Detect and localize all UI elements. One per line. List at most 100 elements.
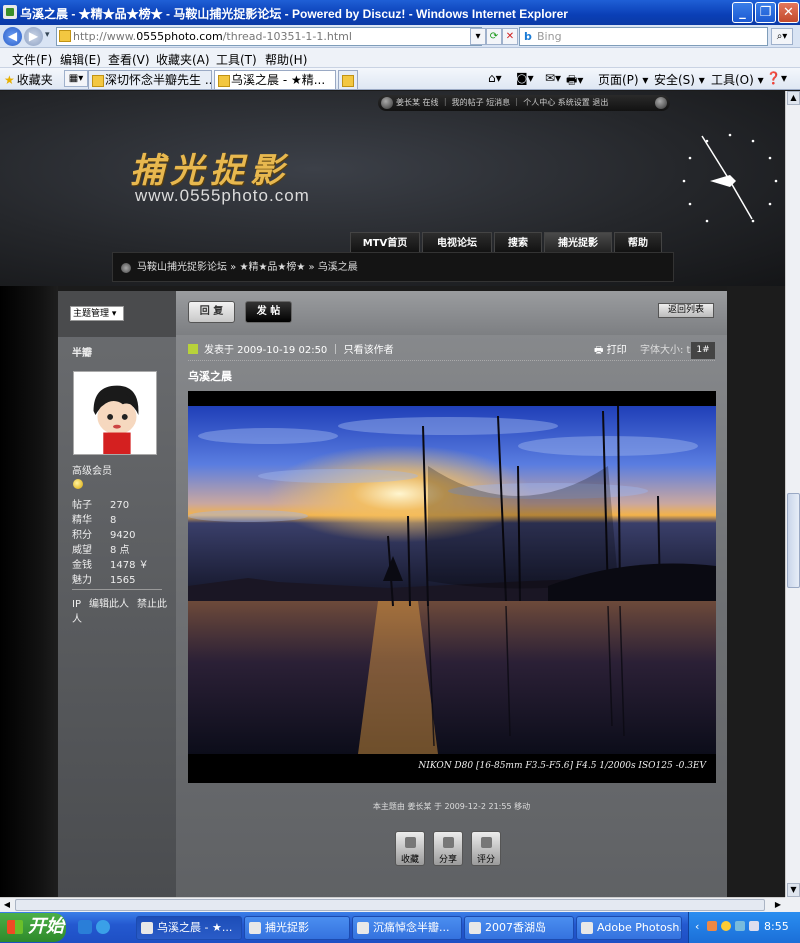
media-quicklaunch-icon[interactable] xyxy=(96,920,110,934)
search-icon[interactable]: ⌕▾ xyxy=(771,28,793,45)
topic-admin-select[interactable]: 主题管理 ▾ xyxy=(70,306,124,321)
vertical-scroll-thumb[interactable] xyxy=(787,493,800,588)
stat-row: 威望 8 点 xyxy=(72,541,149,556)
taskbar-photoshop[interactable]: Adobe Photosh... xyxy=(576,916,682,940)
new-post-button[interactable]: 发 帖 xyxy=(245,301,292,323)
sunrise-photo[interactable] xyxy=(188,406,716,754)
url-domain: 0555photo.com xyxy=(136,30,223,43)
system-tray: ‹ 8:55 xyxy=(688,912,800,943)
menu-favorites[interactable]: 收藏夹(A) xyxy=(156,51,210,68)
menu-edit[interactable]: 编辑(E) xyxy=(60,51,101,68)
scroll-corner xyxy=(785,897,800,912)
floor-number[interactable]: 1# xyxy=(691,342,715,359)
back-to-list-button[interactable]: 返回列表 xyxy=(658,303,714,318)
page-menu[interactable]: 页面(P) ▾ xyxy=(598,71,648,88)
edit-user-link[interactable]: 编辑此人 xyxy=(89,599,129,610)
nav-help[interactable]: 帮助 xyxy=(614,232,662,253)
window-title: 乌溪之晨 - ★精★品★榜★ - 马鞍山捕光捉影论坛 - Powered by … xyxy=(20,7,568,21)
ie-quicklaunch-icon[interactable] xyxy=(78,920,92,934)
tab-current[interactable]: 乌溪之晨 - ★精... xyxy=(214,70,336,89)
author-stats: 帖子 270 精华 8 积分 9420 威望 8 点 金钱 1478 ￥ 魅力 1565 xyxy=(72,496,149,586)
scroll-right-icon[interactable]: ▶ xyxy=(771,899,785,911)
url-prefix: http://www. xyxy=(73,30,137,43)
clock-time[interactable]: 8:55 xyxy=(764,920,789,933)
print-icon[interactable]: 🖶▾ xyxy=(566,71,583,92)
taskbar-folder[interactable]: 2007香湖岛 xyxy=(464,916,574,940)
reply-button[interactable]: 回 复 xyxy=(188,301,235,323)
menu-help[interactable]: 帮助(H) xyxy=(265,51,307,68)
safety-menu[interactable]: 安全(S) ▾ xyxy=(654,71,705,88)
refresh-icon[interactable]: ⟳ xyxy=(486,28,502,45)
stat-value: 8 xyxy=(110,515,117,526)
stat-row: 帖子 270 xyxy=(72,496,149,511)
maximize-button[interactable]: ❐ xyxy=(755,2,776,23)
taskbar: 开始 乌溪之晨 - ★... 捕光捉影 沉痛悼念半瓣... 2007香湖岛 Ad… xyxy=(0,912,800,943)
vertical-scrollbar[interactable]: ▲ ▼ xyxy=(785,91,800,897)
nav-search[interactable]: 搜索 xyxy=(494,232,542,253)
tray-network-icon[interactable] xyxy=(721,921,731,931)
scroll-up-icon[interactable]: ▲ xyxy=(787,91,800,105)
feeds-icon[interactable]: ◙▾ xyxy=(516,71,534,85)
tray-app-icon[interactable] xyxy=(707,921,717,931)
stat-value: 1565 xyxy=(110,575,136,586)
rate-button[interactable]: 评分 xyxy=(471,831,501,866)
author-name[interactable]: 半瓣 xyxy=(72,344,92,359)
moved-note: 本主题由 姜长某 于 2009-12-2 21:55 移动 xyxy=(372,802,531,811)
scroll-left-icon[interactable]: ◀ xyxy=(0,899,14,911)
minimize-button[interactable]: _ xyxy=(732,2,753,23)
scroll-down-icon[interactable]: ▼ xyxy=(787,883,800,897)
browser-window: 乌溪之晨 - ★精★品★榜★ - 马鞍山捕光捉影论坛 - Powered by … xyxy=(0,0,800,943)
page-viewport: 姜长某 在线 ｜ 我的帖子 短消息 ｜ 个人中心 系统设置 退出 捕光捉影 ww… xyxy=(0,91,785,897)
taskbar-ie-current[interactable]: 乌溪之晨 - ★... xyxy=(136,916,242,940)
taskbar-photo-forum[interactable]: 捕光捉影 xyxy=(244,916,350,940)
author-actions: IP 编辑此人 禁止此人 xyxy=(72,597,168,627)
tray-expand-icon[interactable]: ‹ xyxy=(695,920,699,933)
address-input[interactable]: http://www.0555photo.com/thread-10351-1-… xyxy=(56,27,482,46)
search-input[interactable]: Bing xyxy=(519,27,768,46)
tray-volume-icon[interactable] xyxy=(735,921,745,931)
title-bar: 乌溪之晨 - ★精★品★榜★ - 马鞍山捕光捉影论坛 - Powered by … xyxy=(0,0,800,25)
print-link[interactable]: 🖶 打印 xyxy=(594,341,627,361)
favorite-button[interactable]: 收藏 xyxy=(395,831,425,866)
userbar-left-icon xyxy=(381,97,393,109)
nav-tv-forum[interactable]: 电视论坛 xyxy=(422,232,492,253)
horizontal-scrollbar[interactable]: ◀ ▶ xyxy=(0,897,785,912)
avatar[interactable] xyxy=(73,371,157,455)
breadcrumb[interactable]: 马鞍山捕光捉影论坛 » ★精★品★榜★ » 乌溪之晨 xyxy=(112,252,674,282)
menu-view[interactable]: 查看(V) xyxy=(108,51,150,68)
mail-icon[interactable]: ✉▾ xyxy=(545,71,561,85)
menu-file[interactable]: 文件(F) xyxy=(12,51,52,68)
horizontal-scroll-thumb[interactable] xyxy=(15,899,765,911)
stat-key: 魅力 xyxy=(72,575,92,586)
quick-tabs-icon[interactable]: ▦▾ xyxy=(64,70,88,87)
history-dropdown-icon[interactable]: ▾ xyxy=(45,30,50,40)
user-links[interactable]: 姜长某 在线 ｜ 我的帖子 短消息 ｜ 个人中心 系统设置 退出 xyxy=(396,98,608,107)
address-dropdown-icon[interactable]: ▾ xyxy=(470,28,486,45)
post-date[interactable]: 发表于 2009-10-19 02:50 ｜ 只看该作者 xyxy=(204,345,394,356)
stat-row: 金钱 1478 ￥ xyxy=(72,556,149,571)
taskbar-memorial[interactable]: 沉痛悼念半瓣... xyxy=(352,916,462,940)
ie-icon xyxy=(3,5,17,19)
help-menu[interactable]: ❓▾ xyxy=(766,71,787,85)
ip-link[interactable]: IP xyxy=(72,599,81,610)
home-icon[interactable]: ⌂▾ xyxy=(488,71,502,85)
site-logo[interactable]: 捕光捉影 xyxy=(130,143,290,192)
tools-menu[interactable]: 工具(O) ▾ xyxy=(711,71,764,88)
nav-photo-forum[interactable]: 捕光捉影 xyxy=(544,232,612,253)
share-button[interactable]: 分享 xyxy=(433,831,463,866)
back-button[interactable]: ◀ xyxy=(3,27,22,46)
tab-memorial[interactable]: 深切怀念半瓣先生 ... xyxy=(88,70,212,89)
new-tab-button[interactable] xyxy=(338,70,358,89)
post-meta: 发表于 2009-10-19 02:50 ｜ 只看该作者 🖶 打印 字体大小: … xyxy=(188,341,715,361)
level-star-icon xyxy=(73,479,83,489)
stop-icon[interactable]: ✕ xyxy=(502,28,518,45)
post-toolbar: 回 复 发 帖 返回列表 xyxy=(176,291,727,335)
forward-button[interactable]: ▶ xyxy=(24,27,43,46)
sidebar-header: 主题管理 ▾ xyxy=(58,291,176,337)
nav-mtv-home[interactable]: MTV首页 xyxy=(350,232,420,253)
close-button[interactable]: ✕ xyxy=(778,2,799,23)
start-button[interactable]: 开始 xyxy=(0,913,66,942)
tray-bluetooth-icon[interactable] xyxy=(749,921,759,931)
favorites-button[interactable]: 收藏夹 xyxy=(4,71,53,88)
menu-tools[interactable]: 工具(T) xyxy=(216,51,257,68)
